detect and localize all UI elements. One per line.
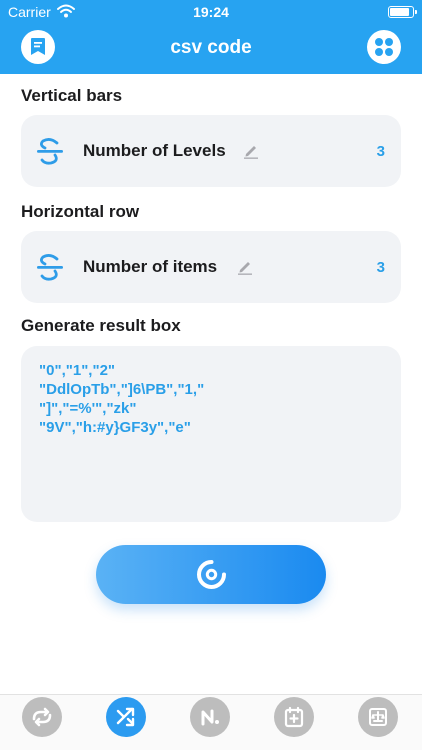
levels-row[interactable]: Number of Levels 3 [21,115,401,187]
refresh-icon [197,560,226,589]
n-letter-icon [201,709,219,726]
calendar-add-icon [284,706,304,728]
tab-bar [0,694,422,750]
vertical-section-title: Vertical bars [21,86,123,105]
shuffle-icon [116,707,135,727]
loop-icon [32,707,52,727]
tab-calendar[interactable] [274,697,314,737]
items-label: Number of items [83,257,218,276]
tab-loop[interactable] [22,697,62,737]
result-text: "0","1","2" "DdlOpTb","]6\PB","1," "]","… [39,362,205,436]
horizontal-section-title: Horizontal row [21,202,140,221]
items-row[interactable]: Number of items 3 [21,231,401,303]
pencil-icon[interactable] [243,143,259,159]
app-header: Carrier 19:24 csv code [0,0,422,74]
tab-shuffle[interactable] [106,697,146,737]
strikethrough-icon [37,138,63,165]
tab-scale[interactable] [358,697,398,737]
battery-icon [388,6,417,18]
grid-icon [375,38,393,56]
clock: 19:24 [193,4,229,20]
items-value: 3 [376,259,385,276]
result-box[interactable]: "0","1","2" "DdlOpTb","]6\PB","1," "]","… [21,346,401,522]
strikethrough-icon [37,254,63,281]
levels-value: 3 [376,143,385,160]
pencil-icon[interactable] [237,259,253,275]
page-title: csv code [170,37,252,58]
levels-label: Number of Levels [83,141,226,160]
tab-n[interactable] [190,697,230,737]
result-section-title: Generate result box [21,316,181,335]
generate-button[interactable] [96,545,326,604]
status-bar: Carrier 19:24 [0,0,422,24]
apps-button[interactable] [367,30,401,64]
scale-icon [369,708,387,726]
